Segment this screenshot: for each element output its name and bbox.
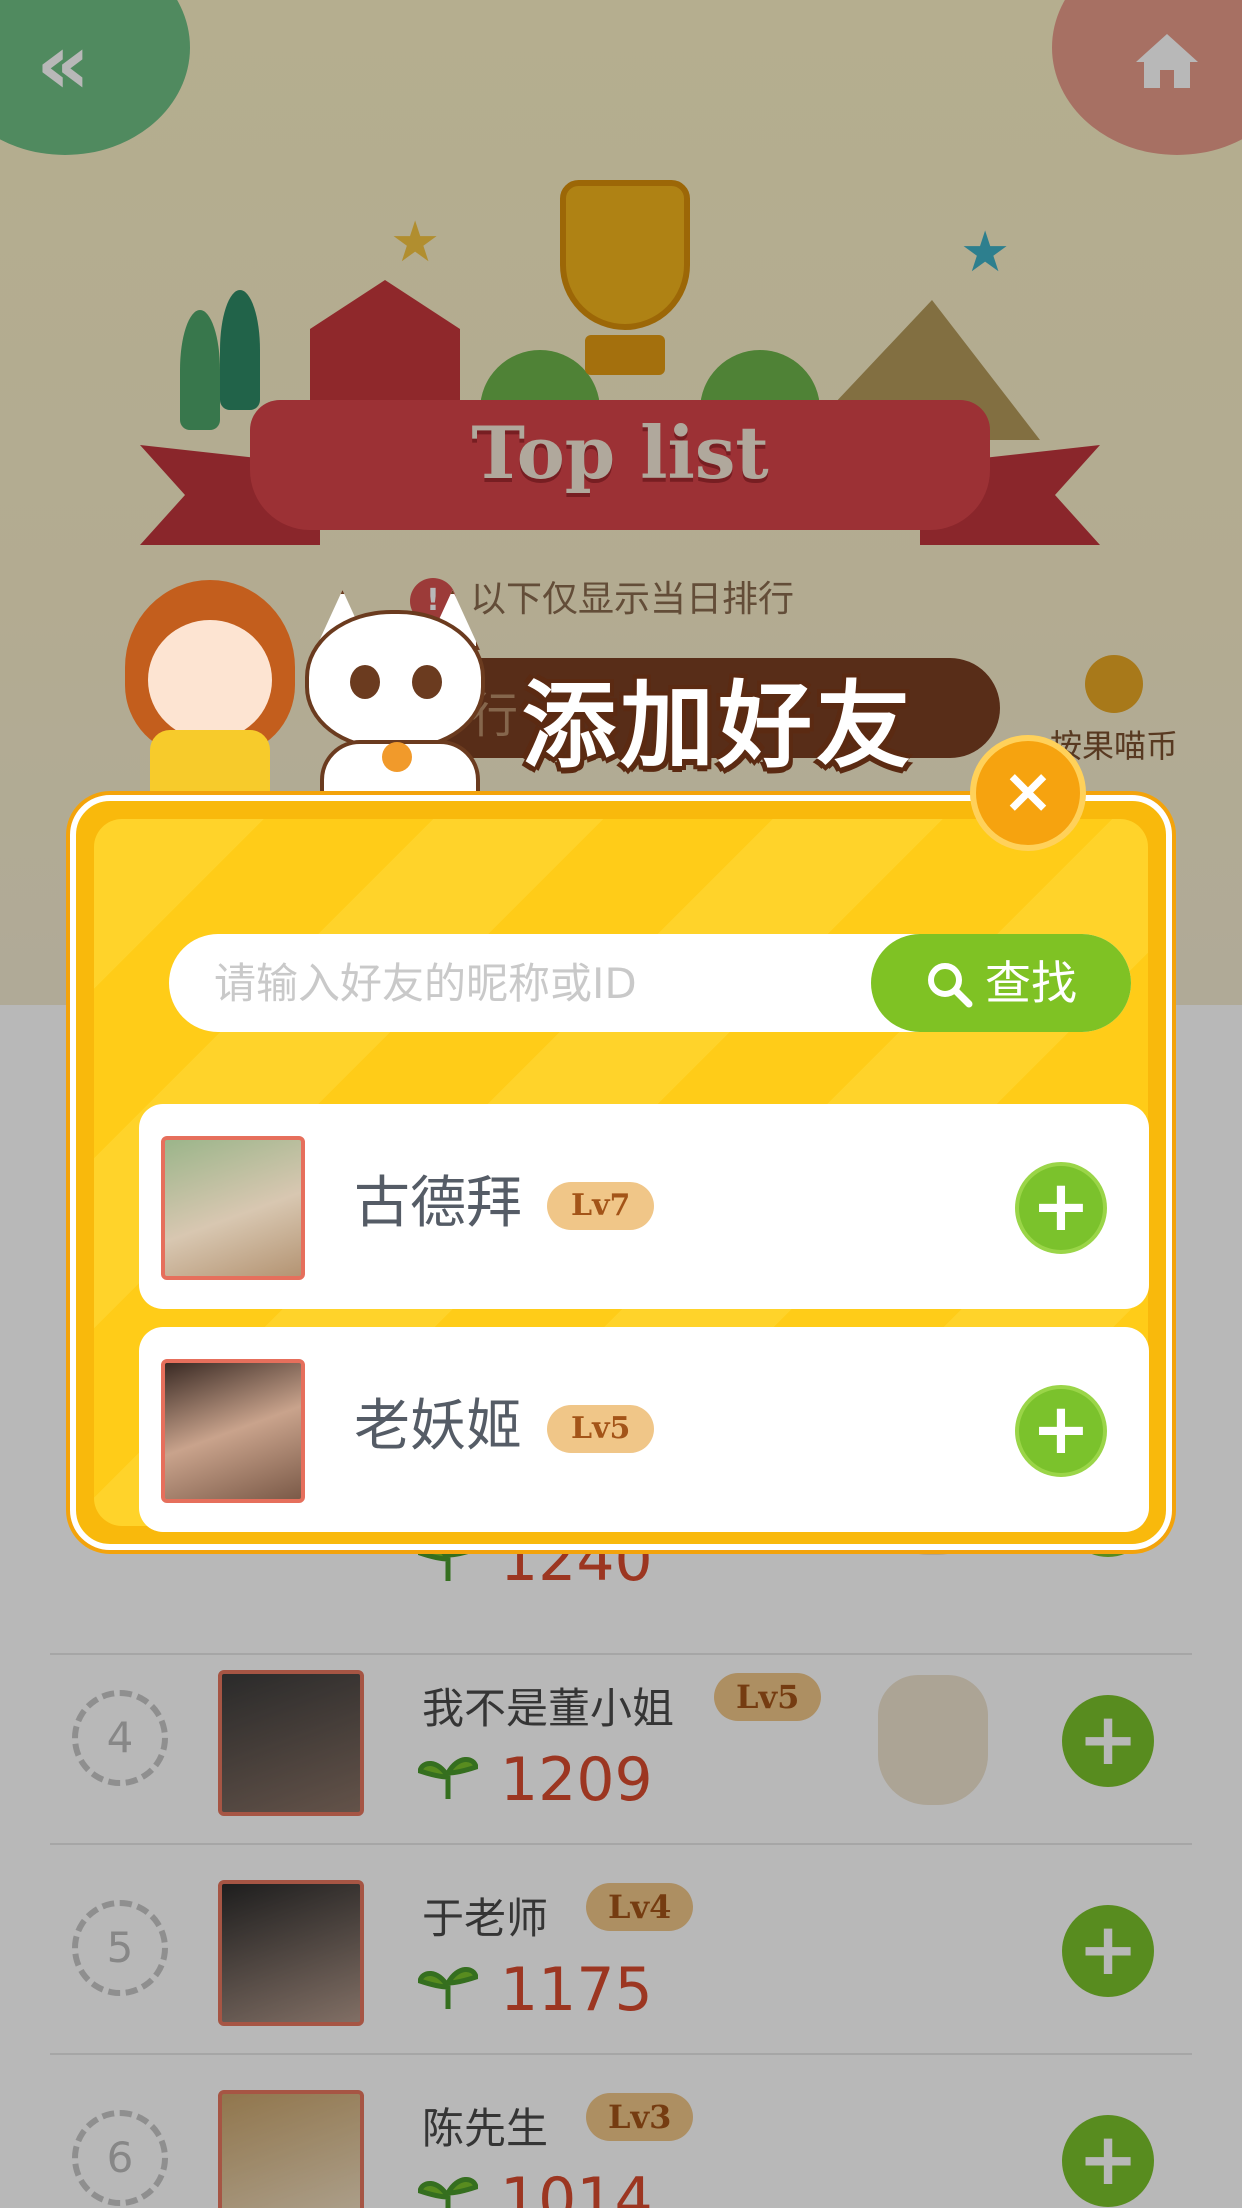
avatar <box>161 1136 305 1280</box>
add-friend-button[interactable]: + <box>1015 1385 1107 1477</box>
friend-name: 古德拜 <box>354 1171 522 1236</box>
add-friend-button[interactable]: + <box>1015 1162 1107 1254</box>
girl-mascot <box>110 580 310 810</box>
friend-result-item: 古德拜 Lv7 + <box>139 1104 1149 1309</box>
search-input[interactable] <box>214 934 814 1032</box>
add-friend-dialog-body: 查找 古德拜 Lv7 + 老妖姬 Lv5 + <box>94 819 1149 1532</box>
search-button[interactable]: 查找 <box>871 934 1131 1032</box>
level-badge: Lv7 <box>547 1182 655 1230</box>
avatar <box>161 1359 305 1503</box>
dialog-title: 添加好友 <box>522 671 915 781</box>
level-badge: Lv5 <box>547 1405 655 1453</box>
search-bar: 查找 <box>169 934 1131 1032</box>
search-button-label: 查找 <box>985 956 1077 1010</box>
close-icon: × <box>1002 754 1054 827</box>
friend-result-item: 老妖姬 Lv5 + <box>139 1327 1149 1532</box>
close-button[interactable]: × <box>970 735 1086 851</box>
add-friend-dialog: 查找 古德拜 Lv7 + 老妖姬 Lv5 + <box>70 795 1172 1550</box>
search-icon <box>928 962 973 1007</box>
friend-name: 老妖姬 <box>354 1394 522 1459</box>
cat-mascot <box>300 590 510 800</box>
